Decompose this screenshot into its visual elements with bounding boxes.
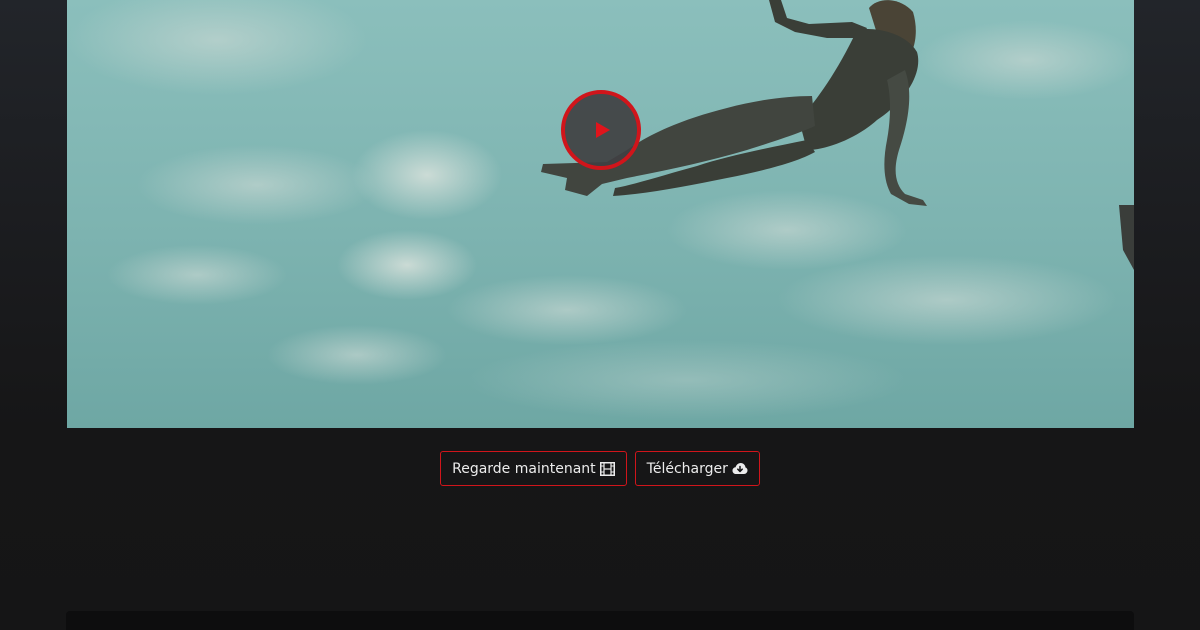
watch-now-button[interactable]: Regarde maintenant — [440, 451, 627, 486]
page: Regarde maintenant Télécharger — [0, 0, 1200, 630]
video-thumbnail — [67, 0, 1134, 428]
download-label: Télécharger — [646, 460, 728, 477]
video-player[interactable] — [67, 0, 1134, 428]
cloud-download-icon — [732, 463, 748, 474]
watch-now-label: Regarde maintenant — [452, 460, 596, 477]
bottom-panel — [66, 611, 1134, 630]
download-button[interactable]: Télécharger — [634, 451, 760, 486]
play-icon — [595, 122, 610, 138]
film-icon — [599, 461, 615, 476]
action-buttons: Regarde maintenant Télécharger — [0, 451, 1200, 486]
play-button[interactable] — [561, 90, 641, 170]
